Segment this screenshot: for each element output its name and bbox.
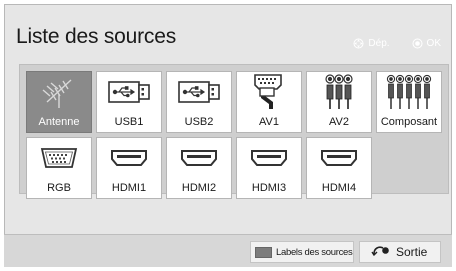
exit-button[interactable]: Sortie — [359, 241, 441, 263]
source-labels-button-label: Labels des sources — [276, 246, 353, 258]
source-label: Antenne — [38, 116, 80, 128]
return-arrow-icon — [370, 243, 390, 261]
source-label: HDMI2 — [181, 182, 217, 194]
footer-bar: Labels des sources Sortie — [4, 234, 452, 267]
source-list-panel: Liste des sources Dép. OK Antenne USB1 U… — [4, 4, 452, 267]
source-tile-composant[interactable]: Composant — [376, 71, 442, 133]
scart-icon — [237, 72, 301, 112]
move-hint-label: Dép. — [368, 38, 390, 49]
source-tile-usb1[interactable]: USB1 — [96, 71, 162, 133]
source-label: USB1 — [114, 116, 144, 128]
dpad-arrows-icon — [353, 38, 364, 49]
navigation-hint: Dép. OK — [353, 38, 441, 49]
sources-grid: Antenne USB1 USB2 AV1 AV2 Composant RGB … — [19, 64, 449, 199]
source-tile-hdmi3[interactable]: HDMI3 — [236, 137, 302, 199]
antenna-icon — [27, 72, 91, 112]
source-label: HDMI1 — [111, 182, 147, 194]
gray-key-icon — [255, 246, 272, 258]
ok-circle-icon — [412, 38, 423, 49]
usb-icon — [167, 72, 231, 112]
source-label: AV1 — [259, 116, 279, 128]
source-tile-av2[interactable]: AV2 — [306, 71, 372, 133]
source-label: RGB — [47, 182, 71, 194]
source-tile-rgb[interactable]: RGB — [26, 137, 92, 199]
exit-button-label: Sortie — [396, 245, 428, 259]
source-tile-av1[interactable]: AV1 — [236, 71, 302, 133]
vga-port-icon — [27, 138, 91, 178]
source-tile-usb2[interactable]: USB2 — [166, 71, 232, 133]
usb-icon — [97, 72, 161, 112]
source-label: AV2 — [329, 116, 349, 128]
ok-hint-label: OK — [426, 38, 441, 49]
hdmi-port-icon — [237, 138, 301, 178]
source-label: HDMI3 — [251, 182, 287, 194]
hdmi-port-icon — [307, 138, 371, 178]
source-label: HDMI4 — [321, 182, 357, 194]
source-tile-antenne[interactable]: Antenne — [26, 71, 92, 133]
source-labels-button[interactable]: Labels des sources — [250, 241, 354, 263]
source-label: USB2 — [184, 116, 214, 128]
page-title: Liste des sources — [16, 25, 177, 48]
source-tile-hdmi4[interactable]: HDMI4 — [306, 137, 372, 199]
rca-5-plug-icon — [377, 72, 441, 112]
hdmi-port-icon — [97, 138, 161, 178]
rca-3-plug-icon — [307, 72, 371, 112]
source-tile-hdmi2[interactable]: HDMI2 — [166, 137, 232, 199]
source-tile-hdmi1[interactable]: HDMI1 — [96, 137, 162, 199]
source-label: Composant — [380, 116, 438, 128]
hdmi-port-icon — [167, 138, 231, 178]
